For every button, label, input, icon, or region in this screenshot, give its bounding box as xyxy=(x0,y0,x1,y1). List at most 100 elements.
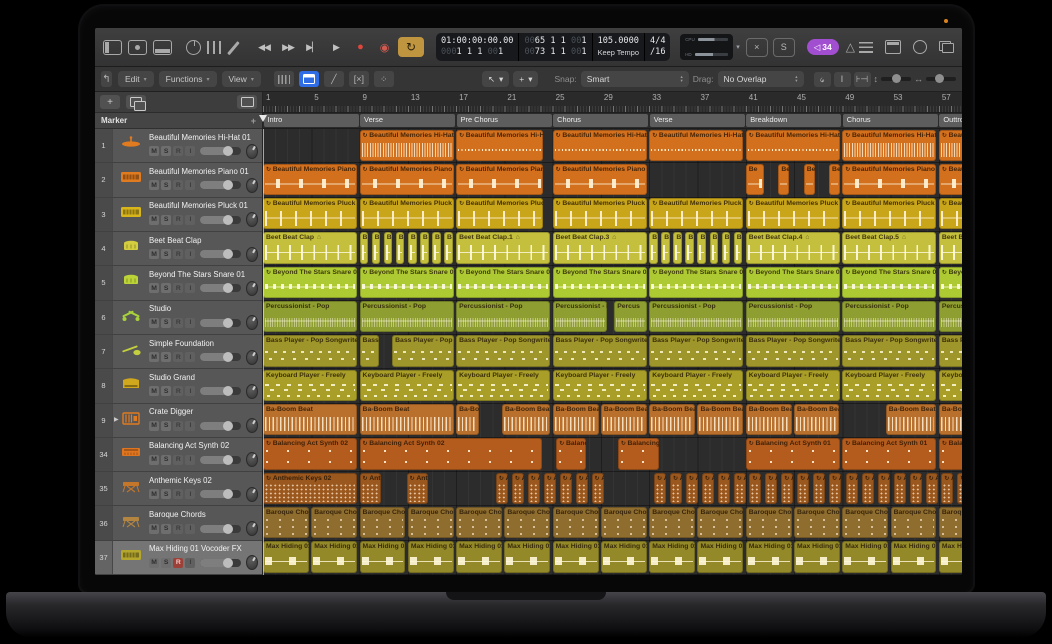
loop-browser-icon[interactable] xyxy=(913,40,927,54)
region[interactable]: Percussionist - Pop xyxy=(263,301,357,332)
region[interactable]: Baroque Chords xyxy=(697,507,743,538)
region[interactable]: Keyboard Player - Freely xyxy=(649,370,743,401)
region[interactable]: ↻ Anthemic Keys 02 xyxy=(670,473,682,504)
region[interactable]: ↻ Anthemic Keys 02 xyxy=(360,473,382,504)
track-lane[interactable]: ↻ Beautiful Memories Pluck 01↻ Beautiful… xyxy=(263,198,962,232)
flex-button[interactable]: [×] xyxy=(349,71,369,87)
region[interactable]: Max Hiding 01 V xyxy=(746,541,792,572)
track-header[interactable]: 4 Beet Beat Clap MSRI xyxy=(95,232,262,266)
region[interactable]: Baroque Chords xyxy=(842,507,888,538)
region[interactable]: B xyxy=(722,232,731,263)
region[interactable]: B xyxy=(673,232,682,263)
solo-button[interactable]: S xyxy=(161,524,171,534)
region[interactable]: Keyboard Player - Freely xyxy=(746,370,840,401)
region[interactable]: Baroque Chords xyxy=(311,507,357,538)
region[interactable]: ↻ Beyond The Stars Snare 01.1 xyxy=(360,267,454,298)
track-lane[interactable]: ↻ Beyond The Stars Snare 01∞↻ Beyond The… xyxy=(263,266,962,300)
track-name[interactable]: Beautiful Memories Piano 01 xyxy=(149,167,258,176)
horizontal-zoom-slider[interactable] xyxy=(926,77,956,81)
left-click-tool-menu[interactable]: ↖▾ xyxy=(482,71,509,87)
region[interactable]: ↻ Beyond The Stars Snare 01∞ xyxy=(263,267,357,298)
track-name[interactable]: Crate Digger xyxy=(149,407,258,416)
track-name[interactable]: Balancing Act Synth 02 xyxy=(149,441,258,450)
playhead-handle[interactable] xyxy=(259,115,267,122)
track-lane[interactable]: Keyboard Player - FreelyKeyboard Player … xyxy=(263,369,962,403)
record-enable-button[interactable]: R xyxy=(173,558,183,568)
volume-slider[interactable] xyxy=(200,147,240,155)
region[interactable]: ↻ Beautiful Memories Pluck 01.2 xyxy=(842,198,936,229)
mute-button[interactable]: M xyxy=(149,455,159,465)
region[interactable]: Keyboard Player - Freely xyxy=(553,370,647,401)
track-lane[interactable]: Ba-Boom BeatBa-Boom BeatBa-BooBa-Boom Be… xyxy=(263,404,962,438)
region[interactable]: ↻ Beautiful Memories Pluck 02 xyxy=(456,198,543,229)
cycle-button[interactable]: ↻ xyxy=(398,37,424,57)
region[interactable]: ↻ Anthemic Keys 02 xyxy=(941,473,953,504)
marker-region[interactable]: Breakdown xyxy=(746,114,841,127)
region[interactable]: Max Hiding 01 V xyxy=(697,541,743,572)
volume-slider[interactable] xyxy=(200,525,240,533)
track-header[interactable]: 7 Simple Foundation MSRI xyxy=(95,335,262,369)
region[interactable]: Baroque Chords xyxy=(504,507,550,538)
grid-button[interactable] xyxy=(274,71,294,87)
region[interactable]: ↻ Anthemic Keys 02 xyxy=(528,473,540,504)
volume-slider[interactable] xyxy=(200,319,240,327)
region[interactable]: Ba-Boom Beat xyxy=(502,404,550,435)
region[interactable]: ↻ Beyond The Stars Snare 02.1 xyxy=(553,267,647,298)
region[interactable]: B xyxy=(432,232,441,263)
input-monitor-button[interactable]: I xyxy=(185,283,195,293)
input-monitor-button[interactable]: I xyxy=(185,352,195,362)
mute-button[interactable]: M xyxy=(149,421,159,431)
region[interactable]: Baroque Chords xyxy=(408,507,454,538)
marker-region[interactable]: Chorus xyxy=(843,114,938,127)
volume-slider[interactable] xyxy=(200,181,240,189)
solo-button[interactable]: S xyxy=(773,38,795,57)
region[interactable]: ↻ Anthemic Keys 02 xyxy=(496,473,508,504)
region[interactable]: ↻ Anthemic Keys 02 xyxy=(957,473,962,504)
region[interactable]: ↻ Beyond The Stars Snare 02∞ xyxy=(456,267,550,298)
region[interactable]: Baroque Chords xyxy=(456,507,502,538)
pan-knob[interactable] xyxy=(246,487,258,502)
region[interactable]: ↻ Beautiful Memories Hi-Hat 02 xyxy=(456,130,543,161)
region[interactable]: ↻ Beautiful Memories Pluck 02.3 xyxy=(746,198,840,229)
region[interactable]: Ba-Boom Beat xyxy=(649,404,695,435)
region[interactable]: Max Hiding 01 V xyxy=(311,541,357,572)
region[interactable]: ↻ Anthemic Keys 02 xyxy=(734,473,746,504)
mute-button[interactable]: M xyxy=(149,489,159,499)
record-enable-button[interactable]: R xyxy=(173,455,183,465)
region[interactable]: Be xyxy=(829,164,840,195)
input-monitor-button[interactable]: I xyxy=(185,180,195,190)
cpu-meter-chevron-icon[interactable]: ▾ xyxy=(736,43,740,51)
forward-button[interactable]: ▶▶ xyxy=(278,37,298,57)
solo-button[interactable]: S xyxy=(161,318,171,328)
record-enable-button[interactable]: R xyxy=(173,283,183,293)
region[interactable]: Max Hiding 01 V xyxy=(891,541,937,572)
region[interactable]: Percussionist - Pop xyxy=(842,301,936,332)
drag-select[interactable]: No Overlap▴▾ xyxy=(718,71,804,87)
pan-knob[interactable] xyxy=(246,178,258,193)
region[interactable]: Ba-Boo xyxy=(456,404,479,435)
region[interactable]: ↻ Beautiful Memories Piano 01.1 xyxy=(360,164,454,195)
input-monitor-button[interactable]: I xyxy=(185,146,195,156)
solo-button[interactable]: S xyxy=(161,283,171,293)
edit-menu[interactable]: Edit▾ xyxy=(118,71,154,87)
input-monitor-button[interactable]: I xyxy=(185,524,195,534)
region[interactable]: Keyboard Player - Freely xyxy=(360,370,454,401)
track-header[interactable]: 8 Studio Grand MSRI xyxy=(95,369,262,403)
marker-lane-header[interactable]: Marker + xyxy=(95,113,262,129)
record-enable-button[interactable]: R xyxy=(173,421,183,431)
input-monitor-button[interactable]: I xyxy=(185,318,195,328)
record-enable-button[interactable]: R xyxy=(173,352,183,362)
marker-region[interactable]: Verse xyxy=(360,114,455,127)
track-header[interactable]: 1 Beautiful Memories Hi-Hat 01 MSRI xyxy=(95,129,262,163)
mute-button[interactable]: M xyxy=(149,352,159,362)
snap-select[interactable]: Smart▴▾ xyxy=(581,71,689,87)
add-track-button[interactable]: + xyxy=(100,95,120,109)
pan-knob[interactable] xyxy=(246,281,258,296)
region[interactable]: B xyxy=(734,232,743,263)
region[interactable]: ↻ Anthemic Keys 02 xyxy=(560,473,572,504)
marker-region[interactable]: Pre Chorus xyxy=(457,114,552,127)
region[interactable]: ↻ Balancing Act Synth 01 xyxy=(746,438,840,469)
view-menu[interactable]: View▾ xyxy=(222,71,261,87)
track-header[interactable]: 5 Beyond The Stars Snare 01 MSRI xyxy=(95,266,262,300)
region[interactable]: Be xyxy=(804,164,815,195)
